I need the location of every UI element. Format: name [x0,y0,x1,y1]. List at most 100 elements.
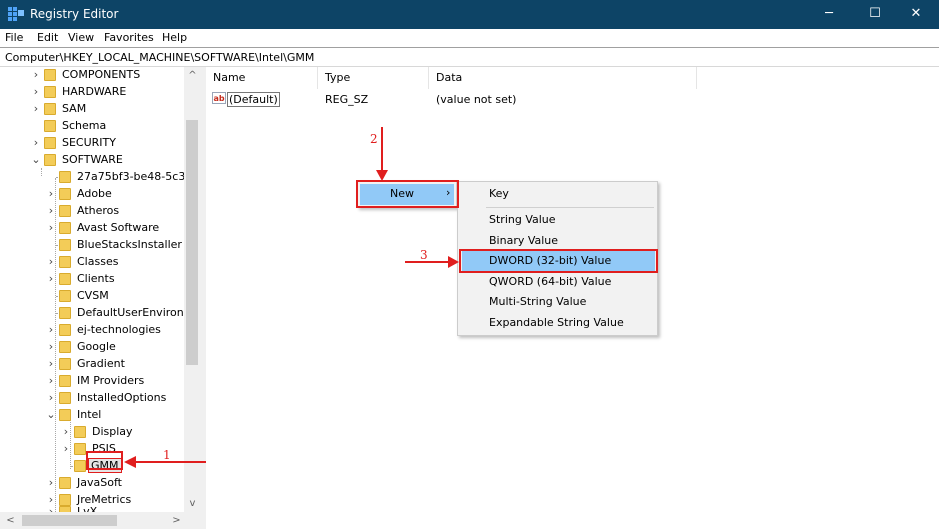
scroll-thumb[interactable] [186,120,198,365]
scroll-down-icon[interactable]: v [184,495,201,512]
tree-item-label[interactable]: Classes [77,255,118,268]
tree-item-27a75bf3[interactable]: 27a75bf3-be48-5c35-9 [0,169,200,186]
expand-chevron-icon[interactable]: › [46,357,56,370]
maximize-button[interactable]: ☐ [852,0,898,29]
tree-item-label[interactable]: ej-technologies [77,323,161,336]
address-bar[interactable]: Computer\HKEY_LOCAL_MACHINE\SOFTWARE\Int… [0,47,939,67]
menu-item-new[interactable]: New › [360,184,454,205]
expand-chevron-icon[interactable]: › [46,204,56,217]
expand-chevron-icon[interactable]: › [46,340,56,353]
expand-chevron-icon[interactable]: › [46,272,56,285]
tree-item-adobe[interactable]: › Adobe [0,186,190,203]
collapse-chevron-icon[interactable]: ⌄ [46,408,56,421]
tree-item-defaultuserenvironment[interactable]: DefaultUserEnvironme [0,305,200,322]
tree-item-components[interactable]: › COMPONENTS [0,67,190,84]
tree-item-security[interactable]: › SECURITY [0,135,190,152]
tree-item-label[interactable]: Intel [77,408,101,421]
tree-item-label[interactable]: Google [77,340,116,353]
tree-item-software[interactable]: ⌄ SOFTWARE [0,152,190,169]
menu-favorites[interactable]: Favorites [104,31,154,44]
expand-chevron-icon[interactable]: › [46,221,56,234]
tree-item-installedoptions[interactable]: › InstalledOptions [0,390,190,407]
tree-item-sam[interactable]: › SAM [0,101,190,118]
menu-item-multi-string-value[interactable]: Multi-String Value [489,292,586,312]
minimize-button[interactable]: ─ [806,0,852,29]
scroll-left-icon[interactable]: < [2,512,19,529]
tree-item-label[interactable]: Clients [77,272,115,285]
close-button[interactable]: ✕ [893,0,939,29]
tree-item-label[interactable]: 27a75bf3-be48-5c35-9 [77,170,200,183]
tree-item-label[interactable]: COMPONENTS [62,68,140,81]
tree-vertical-scrollbar[interactable]: ^ v [184,67,201,512]
value-name[interactable]: (Default) [227,92,280,107]
scroll-right-icon[interactable]: > [168,512,185,529]
tree-item-javasoft[interactable]: › JavaSoft [0,475,190,492]
tree-item-label[interactable]: SOFTWARE [62,153,123,166]
scroll-up-icon[interactable]: ^ [184,67,201,84]
expand-chevron-icon[interactable]: › [46,391,56,404]
expand-chevron-icon[interactable]: › [61,442,71,455]
scroll-thumb[interactable] [22,515,117,526]
column-header-name[interactable]: Name [206,67,318,89]
tree-item-label[interactable]: Display [92,425,133,438]
menu-edit[interactable]: Edit [37,31,58,44]
tree-item-label[interactable]: Atheros [77,204,119,217]
column-header-data[interactable]: Data [429,67,697,89]
tree-item-display[interactable]: › Display [0,424,190,441]
tree-item-ej-technologies[interactable]: › ej-technologies [0,322,190,339]
menu-item-key[interactable]: Key [489,184,509,204]
tree-item-label[interactable]: JavaSoft [77,476,122,489]
tree-item-avast-software[interactable]: › Avast Software [0,220,190,237]
tree-item-label-selected[interactable]: GMM [88,458,122,473]
column-header-type[interactable]: Type [318,67,429,89]
expand-chevron-icon[interactable]: › [46,255,56,268]
tree-item-clients[interactable]: › Clients [0,271,190,288]
tree-item-label[interactable]: HARDWARE [62,85,126,98]
expand-chevron-icon[interactable]: › [61,425,71,438]
tree-item-gradient[interactable]: › Gradient [0,356,190,373]
tree-item-label[interactable]: InstalledOptions [77,391,166,404]
tree-item-label[interactable]: Avast Software [77,221,159,234]
tree-item-label[interactable]: PSIS [92,442,116,455]
tree-item-bluestacksinstaller[interactable]: BlueStacksInstaller [0,237,190,254]
tree-item-label[interactable]: Gradient [77,357,125,370]
tree-item-classes[interactable]: › Classes [0,254,190,271]
tree-item-cvsm[interactable]: CVSM [0,288,190,305]
expand-chevron-icon[interactable]: › [31,136,41,149]
menu-file[interactable]: File [5,31,23,44]
tree-item-schema[interactable]: Schema [0,118,190,135]
tree-item-label[interactable]: SAM [62,102,86,115]
tree-item-hardware[interactable]: › HARDWARE [0,84,190,101]
expand-chevron-icon[interactable]: › [31,68,41,81]
menu-item-expandable-string-value[interactable]: Expandable String Value [489,313,624,333]
expand-chevron-icon[interactable]: › [46,374,56,387]
tree-item-label[interactable]: IM Providers [77,374,144,387]
menu-item-new-label[interactable]: New [390,187,414,200]
address-path[interactable]: Computer\HKEY_LOCAL_MACHINE\SOFTWARE\Int… [5,51,314,64]
tree-item-label[interactable]: Adobe [77,187,112,200]
tree-item-label[interactable]: BlueStacksInstaller [77,238,182,251]
menu-item-string-value[interactable]: String Value [489,210,556,230]
tree-item-label[interactable]: CVSM [77,289,109,302]
menu-help[interactable]: Help [162,31,187,44]
expand-chevron-icon[interactable]: › [46,323,56,336]
expand-chevron-icon[interactable]: › [31,85,41,98]
tree-item-label[interactable]: DefaultUserEnvironme [77,306,200,319]
expand-chevron-icon[interactable]: › [46,187,56,200]
tree-item-intel[interactable]: ⌄ Intel [0,407,190,424]
menu-item-dword-highlight[interactable]: DWORD (32-bit) Value [462,251,655,271]
collapse-chevron-icon[interactable]: ⌄ [31,153,41,166]
tree-item-label[interactable]: SECURITY [62,136,116,149]
tree-item-psis[interactable]: › PSIS [0,441,190,458]
menu-item-qword-value[interactable]: QWORD (64-bit) Value [489,272,611,292]
menu-view[interactable]: View [68,31,94,44]
tree-item-im-providers[interactable]: › IM Providers [0,373,190,390]
menu-item-dword-value[interactable]: DWORD (32-bit) Value [489,254,611,267]
tree-horizontal-scrollbar[interactable]: < > [0,512,201,529]
expand-chevron-icon[interactable]: › [31,102,41,115]
menu-item-binary-value[interactable]: Binary Value [489,231,558,251]
tree-item-label[interactable]: Schema [62,119,106,132]
expand-chevron-icon[interactable]: › [46,476,56,489]
tree-item-google[interactable]: › Google [0,339,190,356]
tree-item-atheros[interactable]: › Atheros [0,203,190,220]
